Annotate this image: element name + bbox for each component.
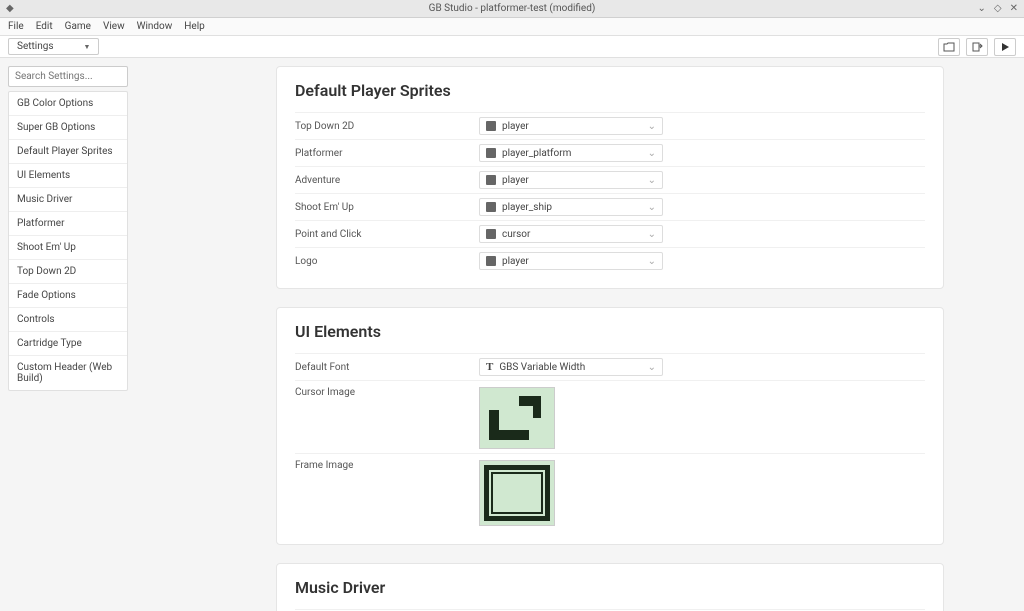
field-label: Adventure	[295, 175, 479, 186]
nav-music-driver[interactable]: Music Driver	[9, 188, 127, 212]
menu-edit[interactable]: Edit	[36, 21, 53, 32]
folder-icon	[943, 42, 955, 52]
nav-controls[interactable]: Controls	[9, 308, 127, 332]
select-value: GBS Variable Width	[499, 362, 585, 373]
section-title: Music Driver	[295, 578, 925, 597]
nav-top-down[interactable]: Top Down 2D	[9, 260, 127, 284]
row-shoot-em-up: Shoot Em' Up player_ship	[295, 193, 925, 220]
menu-help[interactable]: Help	[184, 21, 204, 32]
play-icon	[1000, 42, 1010, 52]
select-value: player_ship	[502, 202, 552, 213]
select-value: cursor	[502, 229, 530, 240]
minimize-button[interactable]: ⌄	[978, 3, 986, 14]
sprite-select-adventure[interactable]: player	[479, 171, 663, 189]
select-value: player	[502, 175, 529, 186]
settings-sidebar: GB Color Options Super GB Options Defaul…	[0, 58, 136, 611]
menu-window[interactable]: Window	[137, 21, 173, 32]
menubar: File Edit Game View Window Help	[0, 18, 1024, 36]
field-label: Platformer	[295, 148, 479, 159]
sprite-icon	[486, 148, 496, 158]
sprite-select-shootemup[interactable]: player_ship	[479, 198, 663, 216]
export-button[interactable]	[966, 38, 988, 56]
maximize-button[interactable]: ◇	[994, 3, 1002, 14]
nav-custom-header[interactable]: Custom Header (Web Build)	[9, 356, 127, 390]
card-music-driver: Music Driver Music Driver hUGEDriver	[276, 563, 944, 611]
nav-super-gb[interactable]: Super GB Options	[9, 116, 127, 140]
nav-ui-elements[interactable]: UI Elements	[9, 164, 127, 188]
sprite-icon	[486, 175, 496, 185]
menu-view[interactable]: View	[103, 21, 125, 32]
section-title: Default Player Sprites	[295, 81, 925, 100]
menu-file[interactable]: File	[8, 21, 24, 32]
row-cursor-image: Cursor Image	[295, 380, 925, 453]
sprite-icon	[486, 256, 496, 266]
select-value: player_platform	[502, 148, 571, 159]
row-point-click: Point and Click cursor	[295, 220, 925, 247]
settings-nav: GB Color Options Super GB Options Defaul…	[8, 91, 128, 391]
sprite-icon	[486, 229, 496, 239]
row-adventure: Adventure player	[295, 166, 925, 193]
export-icon	[971, 42, 983, 52]
row-frame-image: Frame Image	[295, 453, 925, 530]
sprite-icon	[486, 121, 496, 131]
app-icon: ◆	[6, 3, 14, 14]
sprite-select-logo[interactable]: player	[479, 252, 663, 270]
select-value: player	[502, 121, 529, 132]
nav-gb-color[interactable]: GB Color Options	[9, 92, 127, 116]
field-label: Cursor Image	[295, 387, 479, 398]
select-value: player	[502, 256, 529, 267]
play-button[interactable]	[994, 38, 1016, 56]
frame-icon	[484, 465, 550, 521]
search-input[interactable]	[8, 66, 128, 87]
nav-shoot-em-up[interactable]: Shoot Em' Up	[9, 236, 127, 260]
field-label: Logo	[295, 256, 479, 267]
font-icon: T	[486, 361, 493, 373]
row-logo: Logo player	[295, 247, 925, 274]
close-button[interactable]: ✕	[1010, 3, 1018, 14]
window-titlebar: ◆ GB Studio - platformer-test (modified)…	[0, 0, 1024, 18]
row-default-font: Default Font T GBS Variable Width	[295, 353, 925, 380]
row-platformer: Platformer player_platform	[295, 139, 925, 166]
nav-fade[interactable]: Fade Options	[9, 284, 127, 308]
view-dropdown[interactable]: Settings	[8, 38, 99, 55]
frame-image-preview[interactable]	[479, 460, 555, 526]
sprite-select-pointclick[interactable]: cursor	[479, 225, 663, 243]
row-top-down: Top Down 2D player	[295, 112, 925, 139]
sprite-select-platformer[interactable]: player_platform	[479, 144, 663, 162]
field-label: Frame Image	[295, 460, 479, 471]
cursor-icon	[489, 396, 545, 440]
card-ui-elements: UI Elements Default Font T GBS Variable W…	[276, 307, 944, 545]
cursor-image-preview[interactable]	[479, 387, 555, 449]
nav-default-sprites[interactable]: Default Player Sprites	[9, 140, 127, 164]
folder-button[interactable]	[938, 38, 960, 56]
nav-cartridge[interactable]: Cartridge Type	[9, 332, 127, 356]
sprite-select-top-down[interactable]: player	[479, 117, 663, 135]
field-label: Shoot Em' Up	[295, 202, 479, 213]
card-default-sprites: Default Player Sprites Top Down 2D playe…	[276, 66, 944, 289]
font-select[interactable]: T GBS Variable Width	[479, 358, 663, 376]
settings-content[interactable]: Default Player Sprites Top Down 2D playe…	[136, 58, 1024, 611]
field-label: Point and Click	[295, 229, 479, 240]
window-title: GB Studio - platformer-test (modified)	[429, 3, 596, 14]
field-label: Default Font	[295, 362, 479, 373]
toolbar: Settings	[0, 36, 1024, 58]
sprite-icon	[486, 202, 496, 212]
menu-game[interactable]: Game	[65, 21, 91, 32]
view-dropdown-label: Settings	[17, 41, 54, 52]
section-title: UI Elements	[295, 322, 925, 341]
nav-platformer[interactable]: Platformer	[9, 212, 127, 236]
field-label: Top Down 2D	[295, 121, 479, 132]
